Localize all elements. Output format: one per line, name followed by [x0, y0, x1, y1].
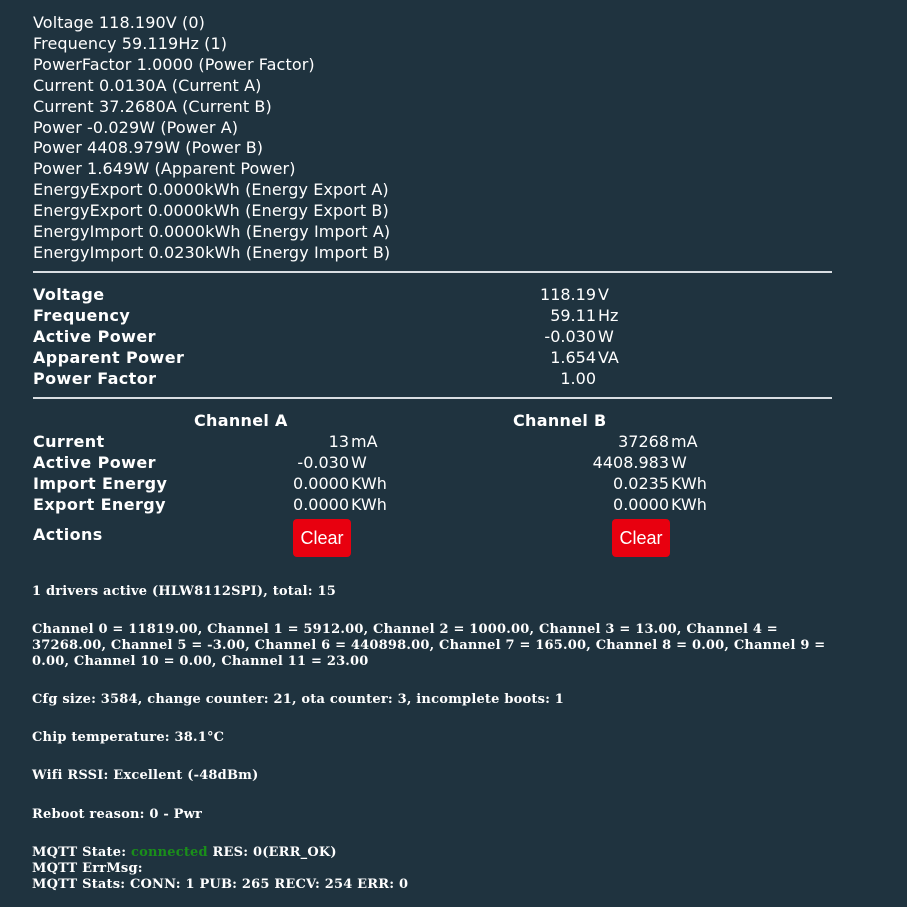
raw-reading: EnergyImport 0.0000kWh (Energy Import A) [33, 222, 391, 242]
cfg-info: Cfg size: 3584, change counter: 21, ota … [32, 692, 565, 707]
mqtt-connected-status: connected [130, 845, 208, 860]
channel-b-value: 0.0000 [613, 494, 669, 514]
channel-a-value: -0.030 [297, 452, 349, 472]
summary-row-frequency: Frequency 59.11 Hz [33, 305, 833, 326]
summary-unit: V [598, 284, 609, 304]
drivers-info: 1 drivers active (HLW8112SPI), total: 15 [32, 584, 336, 599]
raw-reading: EnergyImport 0.0230kWh (Energy Import B) [33, 242, 391, 262]
channel-table: Channel A Channel B Current 13 mA 37268 … [33, 410, 833, 560]
channel-row-current: Current 13 mA 37268 mA [33, 431, 833, 452]
channel-a-unit: W [351, 452, 367, 472]
channel-a-unit: KWh [351, 494, 387, 514]
clear-channel-b-button[interactable]: Clear [612, 518, 670, 557]
channel-header-row: Channel A Channel B [33, 410, 833, 431]
raw-reading: Current 37.2680A (Current B) [33, 96, 272, 116]
channel-b-value: 4408.983 [592, 452, 669, 472]
summary-label: Power Factor [33, 368, 157, 388]
channel-b-unit: KWh [671, 494, 707, 514]
raw-reading: EnergyExport 0.0000kWh (Energy Export B) [33, 201, 389, 221]
raw-reading: Voltage 118.190V (0) [33, 13, 205, 32]
summary-row-active-power: Active Power -0.030 W [33, 326, 833, 347]
raw-reading: Current 0.0130A (Current A) [33, 75, 262, 95]
channel-b-unit: mA [671, 431, 698, 451]
channel-a-value: 0.0000 [293, 473, 349, 493]
channel-b-value: 37268 [618, 431, 669, 451]
summary-value: 1.654 [550, 347, 596, 367]
channel-row-label: Import Energy [33, 473, 168, 493]
channel-row-label: Current [33, 431, 105, 451]
mqtt-state-suffix: RES: 0(ERR_OK) [207, 845, 337, 860]
channel-b-value: 0.0235 [613, 473, 669, 493]
channel-a-value: 13 [328, 431, 349, 451]
summary-label: Active Power [33, 326, 156, 346]
raw-reading: Power 1.649W (Apparent Power) [33, 159, 296, 179]
channel-row-actions: Actions Clear Clear [33, 515, 833, 560]
channel-row-label: Export Energy [33, 494, 166, 514]
raw-readings-list: Voltage 118.190V (0) Frequency 59.119Hz … [33, 13, 833, 264]
mqtt-state-info: MQTT State: connected RES: 0(ERR_OK) [32, 845, 832, 861]
status-panel: Voltage 118.190V (0) Frequency 59.119Hz … [32, 13, 833, 892]
summary-value: 1.00 [560, 368, 596, 388]
channel-a-unit: KWh [351, 473, 387, 493]
chip-temperature-info: Chip temperature: 38.1°C [32, 730, 225, 745]
summary-value: 59.11 [550, 305, 596, 325]
channel-b-header: Channel B [513, 410, 607, 430]
channel-a-value: 0.0000 [293, 494, 349, 514]
raw-reading: PowerFactor 1.0000 (Power Factor) [33, 54, 315, 74]
raw-reading: Power -0.029W (Power A) [33, 117, 239, 137]
actions-label: Actions [33, 524, 103, 544]
summary-row-voltage: Voltage 118.19 V [33, 284, 833, 305]
summary-row-apparent-power: Apparent Power 1.654 VA [33, 347, 833, 368]
raw-reading: Power 4408.979W (Power B) [33, 138, 264, 158]
channel-row-active-power: Active Power -0.030 W 4408.983 W [33, 452, 833, 473]
raw-reading: Frequency 59.119Hz (1) [33, 33, 228, 53]
clear-channel-a-button[interactable]: Clear [293, 518, 351, 557]
divider [33, 396, 832, 399]
raw-reading: EnergyExport 0.0000kWh (Energy Export A) [33, 180, 389, 200]
summary-row-power-factor: Power Factor 1.00 [33, 368, 833, 389]
reboot-reason-info: Reboot reason: 0 - Pwr [32, 807, 203, 822]
channel-row-import-energy: Import Energy 0.0000 KWh 0.0235 KWh [33, 473, 833, 494]
mqtt-errmsg-info: MQTT ErrMsg: [32, 861, 143, 876]
channel-row-label: Active Power [33, 452, 156, 472]
channels-info: Channel 0 = 11819.00, Channel 1 = 5912.0… [32, 622, 826, 669]
summary-label: Apparent Power [33, 347, 185, 367]
summary-table: Voltage 118.19 V Frequency 59.11 Hz Acti… [33, 284, 833, 389]
channel-row-export-energy: Export Energy 0.0000 KWh 0.0000 KWh [33, 494, 833, 515]
summary-unit: VA [598, 347, 619, 367]
channel-a-header: Channel A [194, 410, 288, 430]
channel-b-unit: KWh [671, 473, 707, 493]
mqtt-state-prefix: MQTT State: [32, 845, 131, 860]
summary-value: 118.19 [540, 284, 596, 304]
summary-value: -0.030 [544, 326, 596, 346]
summary-label: Frequency [33, 305, 131, 325]
wifi-rssi-info: Wifi RSSI: Excellent (-48dBm) [32, 768, 259, 783]
channel-a-unit: mA [351, 431, 378, 451]
mqtt-stats-info: MQTT Stats: CONN: 1 PUB: 265 RECV: 254 E… [32, 877, 409, 892]
summary-unit: Hz [598, 305, 619, 325]
summary-label: Voltage [33, 284, 105, 304]
summary-unit: W [598, 326, 614, 346]
channel-b-unit: W [671, 452, 687, 472]
divider [33, 270, 832, 273]
